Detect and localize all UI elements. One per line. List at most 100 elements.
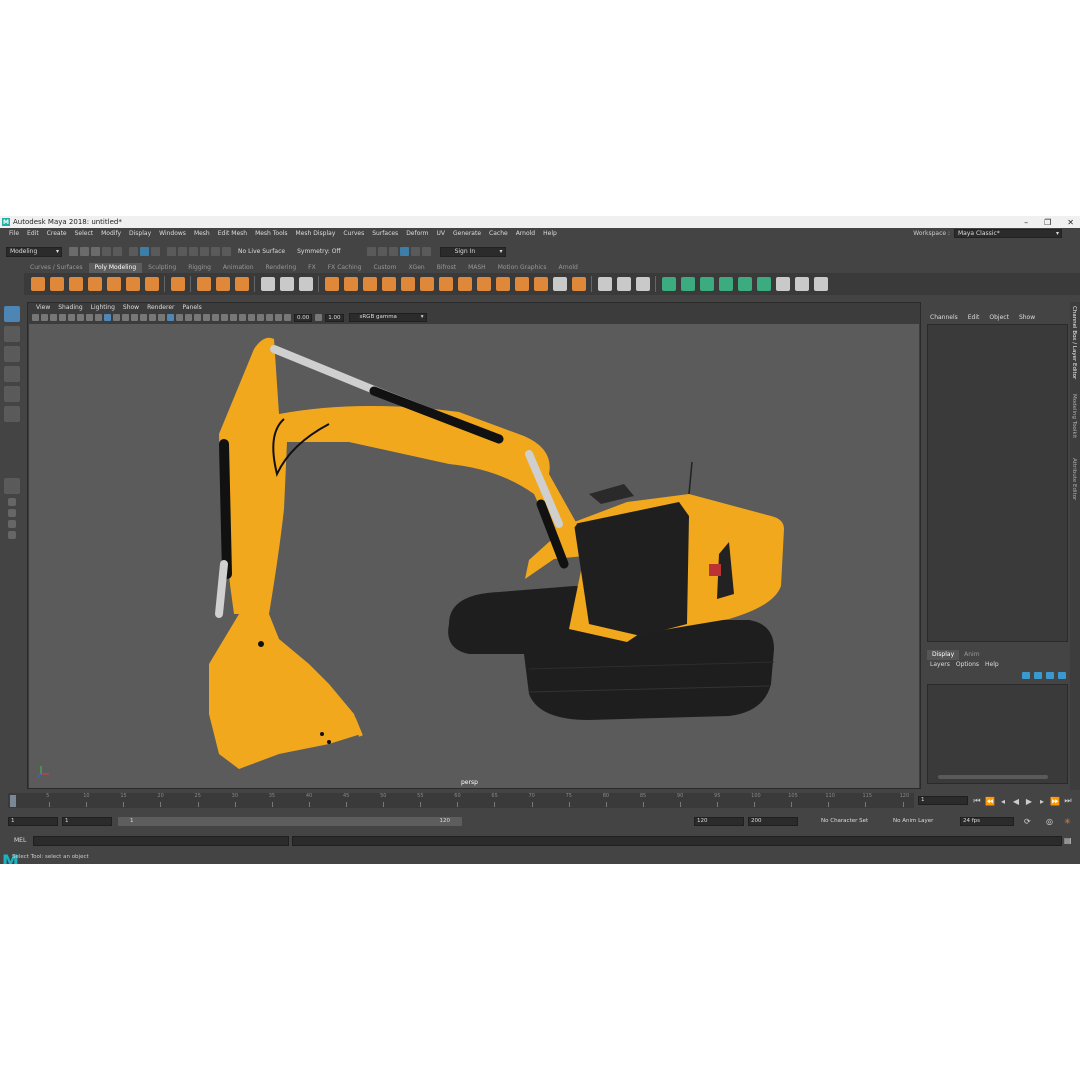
multi-cut-icon[interactable] bbox=[597, 277, 612, 291]
render-view-icon[interactable] bbox=[410, 247, 420, 256]
safe-title-icon[interactable] bbox=[140, 314, 147, 321]
undo-icon[interactable] bbox=[102, 247, 111, 256]
extrude-icon[interactable] bbox=[343, 277, 358, 291]
side-tab-modeling-toolkit[interactable]: Modeling Toolkit bbox=[1071, 394, 1077, 438]
new-empty-layer-icon[interactable] bbox=[1046, 672, 1054, 679]
spherical-uv-icon[interactable] bbox=[699, 277, 714, 291]
merge-icon[interactable] bbox=[438, 277, 453, 291]
go-to-start-icon[interactable]: ⏮ bbox=[972, 796, 982, 806]
script-editor-icon[interactable]: ▤ bbox=[1064, 836, 1072, 845]
layer-menu-layers[interactable]: Layers bbox=[927, 661, 953, 670]
cut-uv-icon[interactable] bbox=[813, 277, 828, 291]
poly-plane-icon[interactable] bbox=[125, 277, 140, 291]
xray-icon[interactable] bbox=[212, 314, 219, 321]
menu-generate[interactable]: Generate bbox=[449, 230, 485, 237]
shelf-tab-motion-graphics[interactable]: Motion Graphics bbox=[492, 263, 553, 273]
playback-end-field[interactable]: 120 bbox=[694, 817, 744, 826]
menu-display[interactable]: Display bbox=[125, 230, 155, 237]
use-all-lights-icon[interactable] bbox=[194, 314, 201, 321]
command-input[interactable] bbox=[33, 836, 289, 846]
select-object-icon[interactable] bbox=[140, 247, 149, 256]
menu-modify[interactable]: Modify bbox=[97, 230, 125, 237]
camera-attributes-icon[interactable] bbox=[41, 314, 48, 321]
new-layer-selected-icon[interactable] bbox=[1058, 672, 1066, 679]
step-back-frame-icon[interactable]: ◂ bbox=[998, 797, 1008, 806]
sign-in-dropdown[interactable]: Sign In bbox=[439, 246, 506, 257]
append-icon[interactable] bbox=[400, 277, 415, 291]
target-weld-icon[interactable] bbox=[616, 277, 631, 291]
shadows-icon[interactable] bbox=[203, 314, 210, 321]
current-time-indicator[interactable] bbox=[10, 795, 16, 807]
super-shape-icon[interactable] bbox=[196, 277, 211, 291]
image-plane-icon[interactable] bbox=[59, 314, 66, 321]
layer-list[interactable] bbox=[927, 684, 1068, 784]
snap-pivot-icon[interactable] bbox=[222, 247, 231, 256]
viewport-menu-lighting[interactable]: Lighting bbox=[87, 304, 119, 311]
snap-curve-icon[interactable] bbox=[178, 247, 187, 256]
grease-pencil-icon[interactable] bbox=[77, 314, 84, 321]
layer-menu-options[interactable]: Options bbox=[953, 661, 982, 670]
wireframe-icon[interactable] bbox=[149, 314, 156, 321]
range-slider[interactable]: 1 120 bbox=[118, 817, 462, 826]
channel-menu-object[interactable]: Object bbox=[984, 314, 1014, 324]
gamma-icon[interactable] bbox=[315, 314, 323, 321]
menu-windows[interactable]: Windows bbox=[155, 230, 190, 237]
fill-hole-icon[interactable] bbox=[419, 277, 434, 291]
save-scene-icon[interactable] bbox=[91, 247, 100, 256]
viewport-menu-panels[interactable]: Panels bbox=[178, 304, 205, 311]
step-back-key-icon[interactable]: ⏪ bbox=[985, 797, 995, 806]
menu-mesh-tools[interactable]: Mesh Tools bbox=[251, 230, 291, 237]
wireframe-on-shaded-icon[interactable] bbox=[176, 314, 183, 321]
shelf-tab-curves-surfaces[interactable]: Curves / Surfaces bbox=[24, 263, 89, 273]
connect-icon[interactable] bbox=[635, 277, 650, 291]
rotate-tool-icon[interactable] bbox=[4, 386, 20, 402]
minimize-button[interactable]: – bbox=[1024, 218, 1028, 227]
snap-view-icon[interactable] bbox=[200, 247, 209, 256]
wedge-icon[interactable] bbox=[552, 277, 567, 291]
select-hierarchy-icon[interactable] bbox=[129, 247, 138, 256]
play-backwards-icon[interactable]: ◀ bbox=[1011, 797, 1021, 806]
command-language-label[interactable]: MEL bbox=[14, 837, 26, 844]
two-view-layout-icon[interactable] bbox=[8, 509, 16, 517]
snap-surface-icon[interactable] bbox=[211, 247, 220, 256]
select-component-icon[interactable] bbox=[151, 247, 160, 256]
depth-of-field-icon[interactable] bbox=[266, 314, 273, 321]
menu-uv[interactable]: UV bbox=[433, 230, 450, 237]
menu-mesh[interactable]: Mesh bbox=[190, 230, 214, 237]
menu-set-dropdown[interactable]: Modeling bbox=[6, 246, 62, 257]
menu-deform[interactable]: Deform bbox=[402, 230, 432, 237]
reduce-icon[interactable] bbox=[476, 277, 491, 291]
snap-point-icon[interactable] bbox=[189, 247, 198, 256]
open-scene-icon[interactable] bbox=[80, 247, 89, 256]
layer-list-scrollbar[interactable] bbox=[938, 775, 1048, 779]
move-layer-up-icon[interactable] bbox=[1022, 672, 1030, 679]
side-tab-attribute-editor[interactable]: Attribute Editor bbox=[1071, 458, 1077, 500]
bevel-icon[interactable] bbox=[381, 277, 396, 291]
step-forward-frame-icon[interactable]: ▸ bbox=[1037, 797, 1047, 806]
textured-icon[interactable] bbox=[185, 314, 192, 321]
smooth-shade-icon[interactable] bbox=[158, 314, 165, 321]
auto-key-icon[interactable]: ◎ bbox=[1046, 817, 1053, 826]
scene-start-field[interactable]: 1 bbox=[8, 817, 58, 826]
uv-editor-icon[interactable] bbox=[775, 277, 790, 291]
four-view-layout-icon[interactable] bbox=[8, 498, 16, 506]
smooth-icon[interactable] bbox=[298, 277, 313, 291]
loop-icon[interactable]: ⟳ bbox=[1024, 817, 1031, 826]
scale-tool-icon[interactable] bbox=[4, 406, 20, 422]
quadrangulate-icon[interactable] bbox=[514, 277, 529, 291]
redo-icon[interactable] bbox=[113, 247, 122, 256]
platonic-icon[interactable] bbox=[170, 277, 185, 291]
separate-icon[interactable] bbox=[279, 277, 294, 291]
render-settings-icon[interactable] bbox=[388, 247, 398, 256]
motion-blur-icon[interactable] bbox=[248, 314, 255, 321]
uv-toolkit-icon[interactable] bbox=[794, 277, 809, 291]
menu-edit-mesh[interactable]: Edit Mesh bbox=[214, 230, 251, 237]
collapse-icon[interactable] bbox=[533, 277, 548, 291]
playback-start-field[interactable]: 1 bbox=[62, 817, 112, 826]
move-layer-down-icon[interactable] bbox=[1034, 672, 1042, 679]
render-icon[interactable] bbox=[366, 247, 376, 256]
layer-menu-help[interactable]: Help bbox=[982, 661, 1002, 670]
xray-joints-icon[interactable] bbox=[221, 314, 228, 321]
ipr-render-icon[interactable] bbox=[377, 247, 387, 256]
svg-icon[interactable] bbox=[234, 277, 249, 291]
